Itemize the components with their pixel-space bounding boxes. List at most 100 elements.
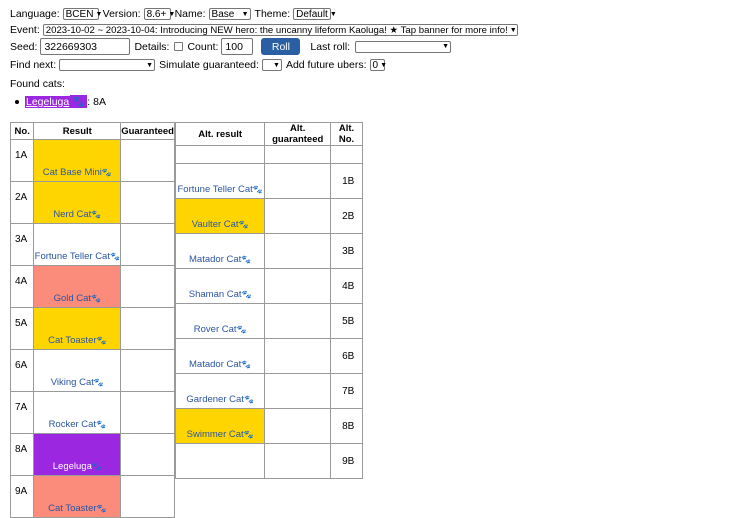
alt-guaranteed-cell [264, 268, 332, 304]
paw-icon: 🐾 [109, 252, 120, 261]
chevron-down-icon: ▼ [442, 43, 450, 50]
guaranteed-cell [120, 307, 175, 350]
alt-result-cell[interactable]: Gardener Cat🐾 [174, 373, 266, 409]
guaranteed-cell [120, 265, 175, 308]
guaranteed-cell [120, 349, 175, 392]
cat-name[interactable]: Shaman Cat [189, 289, 242, 300]
name-select[interactable]: Base ▼ [208, 8, 251, 20]
table-row: Fortune Teller Cat🐾 1B [174, 163, 363, 199]
cat-name[interactable]: Legeluga [53, 461, 92, 472]
cat-name[interactable]: Vaulter Cat [192, 219, 239, 230]
alt-guaranteed-cell [264, 338, 332, 374]
table-row: 5A Cat Toaster🐾 [9, 307, 175, 350]
cat-name[interactable]: Fortune Teller Cat [177, 184, 252, 195]
table-row: Vaulter Cat🐾 2B [174, 198, 363, 234]
alt-guaranteed-cell [264, 303, 332, 339]
cat-name[interactable]: Matador Cat [189, 254, 241, 265]
table-row: Swimmer Cat🐾 8B [174, 408, 363, 444]
col-alt-result-header: Alt. result [174, 122, 266, 146]
chevron-down-icon: ▼ [273, 61, 280, 69]
alt-guaranteed-cell [264, 443, 332, 479]
table-row: 8A Legeluga🐾 [9, 433, 175, 476]
paw-icon: 🐾 [238, 220, 249, 229]
language-select[interactable]: BCEN ▼ [62, 8, 103, 20]
simulate-guaranteed-select[interactable]: ▼ [261, 59, 282, 71]
alt-roll-number: 3B [330, 233, 363, 269]
cat-name[interactable]: Cat Toaster [48, 503, 96, 514]
cat-name[interactable]: Gardener Cat [186, 394, 244, 405]
alt-result-cell[interactable]: Fortune Teller Cat🐾 [174, 163, 266, 199]
paw-icon: 🐾 [70, 95, 88, 108]
theme-select[interactable]: Default ▼ [293, 8, 337, 20]
alt-roll-number: 7B [330, 373, 363, 409]
version-select[interactable]: 8.6+ ▼ [143, 8, 175, 20]
name-label: Name: [174, 8, 206, 20]
alt-guaranteed-cell [264, 163, 332, 199]
settings-row: Language: BCEN ▼ Version: 8.6+ ▼ Name: Bas… [10, 8, 337, 20]
alt-result-cell[interactable]: Matador Cat🐾 [174, 233, 266, 269]
alt-result-cell[interactable] [174, 443, 266, 479]
col-alt-guaranteed-header: Alt. guaranteed [264, 122, 332, 146]
cat-name[interactable]: Viking Cat [51, 377, 94, 388]
guaranteed-cell [120, 391, 175, 434]
event-row: Event: 2023-10-02 ~ 2023-10-04: Introduc… [10, 24, 522, 36]
guaranteed-cell [120, 433, 175, 476]
alt-result-cell[interactable]: Matador Cat🐾 [174, 338, 266, 374]
cat-name[interactable]: Rocker Cat [49, 419, 97, 430]
roll-button[interactable]: Roll [261, 38, 301, 55]
count-label: Count: [187, 40, 219, 53]
alt-result-cell[interactable]: Vaulter Cat🐾 [174, 198, 266, 234]
event-select[interactable]: 2023-10-02 ~ 2023-10-04: Introducing NEW… [42, 24, 518, 36]
track-a-body: 1A Cat Base Mini🐾 2A Nerd Cat🐾 3A Fortune Tel… [9, 139, 175, 518]
result-cell[interactable]: Legeluga🐾 [33, 433, 122, 476]
details-checkbox[interactable] [174, 42, 184, 51]
simulate-guaranteed-label: Simulate guaranteed: [159, 59, 259, 71]
result-cell[interactable]: Cat Toaster🐾 [33, 475, 122, 518]
result-cell[interactable]: Nerd Cat🐾 [33, 181, 122, 224]
alt-result-cell[interactable]: Shaman Cat🐾 [174, 268, 266, 304]
paw-icon: 🐾 [241, 360, 252, 369]
alt-result-cell[interactable]: Rover Cat🐾 [174, 303, 266, 339]
track-b-body: Fortune Teller Cat🐾 1B Vaulter Cat🐾 2B Matad… [174, 145, 363, 479]
details-label: Details: [134, 40, 170, 53]
paw-icon: 🐾 [96, 420, 107, 429]
cat-name[interactable]: Swimmer Cat [187, 429, 244, 440]
result-cell[interactable]: Fortune Teller Cat🐾 [33, 223, 122, 266]
paw-icon: 🐾 [91, 210, 102, 219]
result-cell[interactable]: Rocker Cat🐾 [33, 391, 122, 434]
seed-input[interactable] [40, 38, 131, 55]
alt-guaranteed-cell [264, 198, 332, 234]
cat-name[interactable]: Gold Cat [54, 293, 92, 304]
future-ubers-select[interactable]: 0 ▼ [369, 59, 387, 71]
last-roll-select[interactable]: ▼ [355, 40, 452, 53]
table-row: Shaman Cat🐾 4B [174, 268, 363, 304]
chevron-down-icon: ▼ [146, 61, 154, 69]
cat-name[interactable]: Fortune Teller Cat [35, 251, 110, 262]
roll-number: 8A [9, 433, 35, 476]
result-cell[interactable]: Viking Cat🐾 [33, 349, 122, 392]
find-next-select[interactable]: ▼ [59, 59, 156, 71]
table-row: Matador Cat🐾 3B [174, 233, 363, 269]
result-cell[interactable]: Cat Toaster🐾 [33, 307, 122, 350]
paw-icon: 🐾 [241, 290, 252, 299]
table-row: 4A Gold Cat🐾 [9, 265, 175, 308]
col-guaranteed-header: Guaranteed [120, 122, 175, 140]
cat-name[interactable]: Cat Toaster [48, 335, 96, 346]
bullet-icon [15, 99, 19, 104]
guaranteed-cell [120, 139, 175, 182]
result-cell[interactable]: Gold Cat🐾 [33, 265, 122, 308]
count-input[interactable] [221, 38, 254, 55]
cat-name[interactable]: Cat Base Mini [43, 167, 102, 178]
result-cell[interactable]: Cat Base Mini🐾 [33, 139, 122, 182]
chevron-down-icon: ▼ [95, 10, 103, 18]
alt-result-cell[interactable]: Swimmer Cat🐾 [174, 408, 266, 444]
alt-roll-number: 9B [330, 443, 363, 479]
cat-name[interactable]: Rover Cat [194, 324, 237, 335]
cat-name[interactable]: Nerd Cat [53, 209, 91, 220]
guaranteed-cell [120, 475, 175, 518]
roll-number: 7A [9, 391, 35, 434]
cat-name[interactable]: Matador Cat [189, 359, 241, 370]
theme-label: Theme: [254, 8, 291, 20]
found-cat-link[interactable]: Legeluga [25, 95, 71, 108]
roll-number: 1A [9, 139, 35, 182]
